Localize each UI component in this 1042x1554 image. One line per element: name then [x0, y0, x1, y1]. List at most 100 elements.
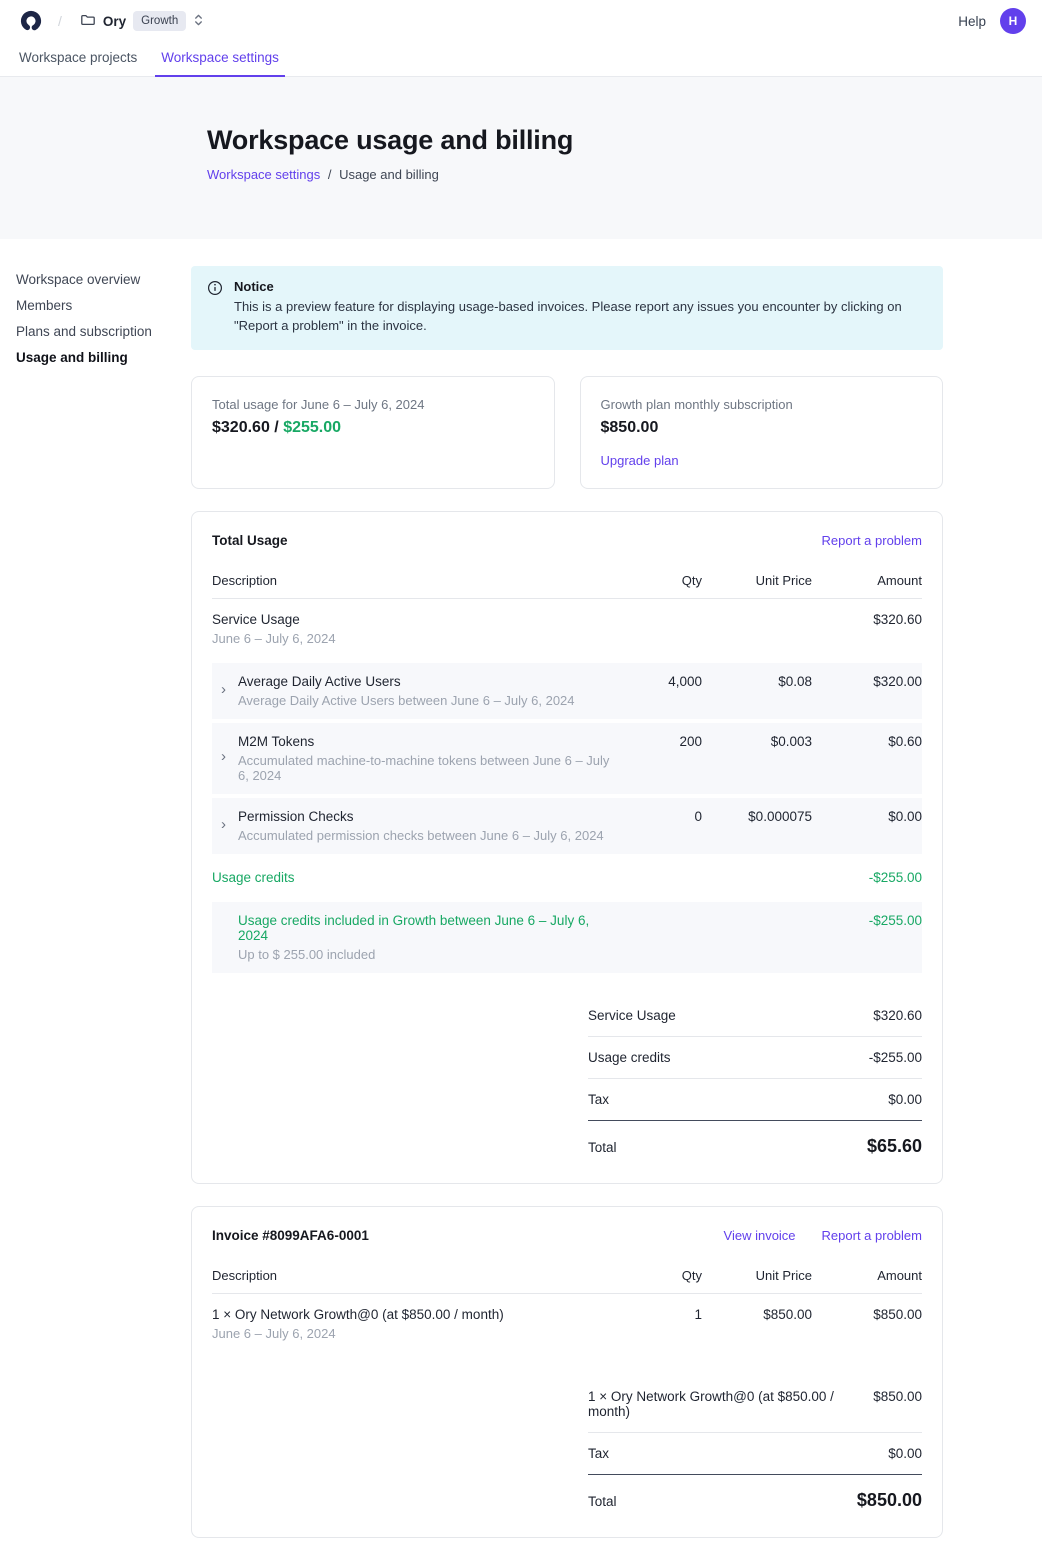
summary-row-service-usage: Service Usage $320.60	[588, 995, 922, 1037]
summary-label: Tax	[588, 1092, 609, 1107]
row-description: M2M Tokens	[238, 734, 612, 749]
table-row-permission-checks[interactable]: › Permission Checks Accumulated permissi…	[212, 798, 922, 854]
plan-badge: Growth	[133, 11, 186, 31]
table-row-service-usage: Service Usage June 6 – July 6, 2024 $320…	[212, 599, 922, 659]
summary-value: $850.00	[873, 1389, 922, 1404]
table-row-m2m-tokens[interactable]: › M2M Tokens Accumulated machine-to-mach…	[212, 723, 922, 794]
invoice-report-problem-link[interactable]: Report a problem	[822, 1228, 922, 1243]
summary-value: -$255.00	[869, 1050, 922, 1065]
folder-icon	[80, 12, 96, 31]
top-bar: / Ory Growth Help H	[0, 0, 1042, 42]
tab-workspace-settings[interactable]: Workspace settings	[155, 42, 285, 76]
row-unit-price: $0.08	[702, 674, 812, 689]
sidebar-item-plans-and-subscription[interactable]: Plans and subscription	[16, 318, 191, 344]
expand-chevron-icon[interactable]: ›	[221, 681, 226, 698]
row-subtext: June 6 – July 6, 2024	[212, 631, 612, 646]
total-value: $850.00	[857, 1490, 922, 1511]
usage-amount: $320.60	[212, 419, 270, 436]
summary-value: $320.60	[873, 1008, 922, 1023]
summary-row-line-item: 1 × Ory Network Growth@0 (at $850.00 / m…	[588, 1376, 922, 1433]
row-qty: 1	[612, 1307, 702, 1322]
breadcrumb-current: Usage and billing	[339, 167, 439, 182]
settings-sidebar: Workspace overview Members Plans and sub…	[0, 239, 191, 370]
row-unit-price: $0.000075	[702, 809, 812, 824]
page-header: Workspace usage and billing Workspace se…	[0, 77, 1042, 239]
col-amount: Amount	[812, 573, 922, 588]
workspace-tabs: Workspace projects Workspace settings	[0, 42, 1042, 77]
total-usage-panel: Total Usage Report a problem Description…	[191, 511, 943, 1184]
row-amount: -$255.00	[812, 870, 922, 885]
row-subtext: June 6 – July 6, 2024	[212, 1326, 612, 1341]
col-amount: Amount	[812, 1268, 922, 1283]
help-link[interactable]: Help	[958, 14, 986, 29]
usage-table-header: Description Qty Unit Price Amount	[212, 563, 922, 599]
tab-workspace-projects[interactable]: Workspace projects	[13, 42, 143, 76]
row-amount: $320.00	[812, 674, 922, 689]
subscription-card: Growth plan monthly subscription $850.00…	[580, 376, 944, 489]
summary-row-tax: Tax $0.00	[588, 1079, 922, 1121]
row-qty: 200	[612, 734, 702, 749]
usage-report-problem-link[interactable]: Report a problem	[822, 533, 922, 548]
row-subtext: Up to $ 255.00 included	[238, 947, 612, 962]
table-row-daily-active-users[interactable]: › Average Daily Active Users Average Dai…	[212, 663, 922, 719]
sidebar-item-members[interactable]: Members	[16, 292, 191, 318]
summary-row-usage-credits: Usage credits -$255.00	[588, 1037, 922, 1079]
summary-row-total: Total $850.00	[588, 1475, 922, 1511]
col-unit-price: Unit Price	[702, 573, 812, 588]
workspace-switcher[interactable]: Ory Growth	[80, 11, 204, 31]
row-description: Usage credits	[212, 870, 612, 885]
table-row-invoice-line: 1 × Ory Network Growth@0 (at $850.00 / m…	[212, 1294, 922, 1354]
total-value: $65.60	[867, 1136, 922, 1157]
summary-row-total: Total $65.60	[588, 1121, 922, 1157]
row-amount: $850.00	[812, 1307, 922, 1322]
row-amount: -$255.00	[812, 913, 922, 928]
summary-label: Usage credits	[588, 1050, 671, 1065]
usage-panel-title: Total Usage	[212, 533, 288, 548]
summary-label: Tax	[588, 1446, 609, 1461]
breadcrumb-workspace-settings-link[interactable]: Workspace settings	[207, 167, 320, 182]
breadcrumb: Workspace settings / Usage and billing	[207, 167, 1002, 182]
row-subtext: Accumulated permission checks between Ju…	[238, 828, 612, 843]
usage-separator: /	[270, 419, 283, 436]
col-description: Description	[212, 573, 612, 588]
invoice-table: Description Qty Unit Price Amount 1 × Or…	[212, 1258, 922, 1354]
usage-table: Description Qty Unit Price Amount Servic…	[212, 563, 922, 973]
row-qty: 0	[612, 809, 702, 824]
view-invoice-link[interactable]: View invoice	[724, 1228, 796, 1243]
row-amount: $0.60	[812, 734, 922, 749]
col-qty: Qty	[612, 573, 702, 588]
breadcrumb-separator: /	[328, 167, 332, 182]
row-unit-price: $850.00	[702, 1307, 812, 1322]
col-description: Description	[212, 1268, 612, 1283]
preview-notice: Notice This is a preview feature for dis…	[191, 266, 943, 350]
avatar[interactable]: H	[1000, 8, 1026, 34]
row-amount: $320.60	[812, 612, 922, 627]
subscription-amount: $850.00	[601, 419, 923, 437]
row-subtext: Accumulated machine-to-machine tokens be…	[238, 753, 612, 783]
page-title: Workspace usage and billing	[207, 125, 1002, 156]
col-unit-price: Unit Price	[702, 1268, 812, 1283]
col-qty: Qty	[612, 1268, 702, 1283]
row-description: Usage credits included in Growth between…	[238, 913, 612, 943]
sidebar-item-usage-and-billing[interactable]: Usage and billing	[16, 344, 191, 370]
invoice-title: Invoice #8099AFA6-0001	[212, 1228, 369, 1243]
row-description: Permission Checks	[238, 809, 612, 824]
ory-logo-icon[interactable]	[20, 10, 42, 32]
row-qty: 4,000	[612, 674, 702, 689]
breadcrumb-slash: /	[58, 13, 62, 29]
invoice-panel: Invoice #8099AFA6-0001 View invoice Repo…	[191, 1206, 943, 1538]
total-label: Total	[588, 1140, 617, 1155]
notice-body: This is a preview feature for displaying…	[234, 298, 924, 336]
upgrade-plan-link[interactable]: Upgrade plan	[601, 453, 923, 468]
usage-credit-amount: $255.00	[283, 419, 341, 436]
summary-label: Service Usage	[588, 1008, 676, 1023]
row-subtext: Average Daily Active Users between June …	[238, 693, 612, 708]
invoice-summary: 1 × Ory Network Growth@0 (at $850.00 / m…	[588, 1376, 922, 1511]
row-description: Average Daily Active Users	[238, 674, 612, 689]
sidebar-item-workspace-overview[interactable]: Workspace overview	[16, 266, 191, 292]
row-description: 1 × Ory Network Growth@0 (at $850.00 / m…	[212, 1307, 612, 1322]
expand-chevron-icon[interactable]: ›	[221, 816, 226, 833]
row-amount: $0.00	[812, 809, 922, 824]
expand-chevron-icon[interactable]: ›	[221, 748, 226, 765]
workspace-switcher-chevron-icon[interactable]	[193, 13, 204, 30]
